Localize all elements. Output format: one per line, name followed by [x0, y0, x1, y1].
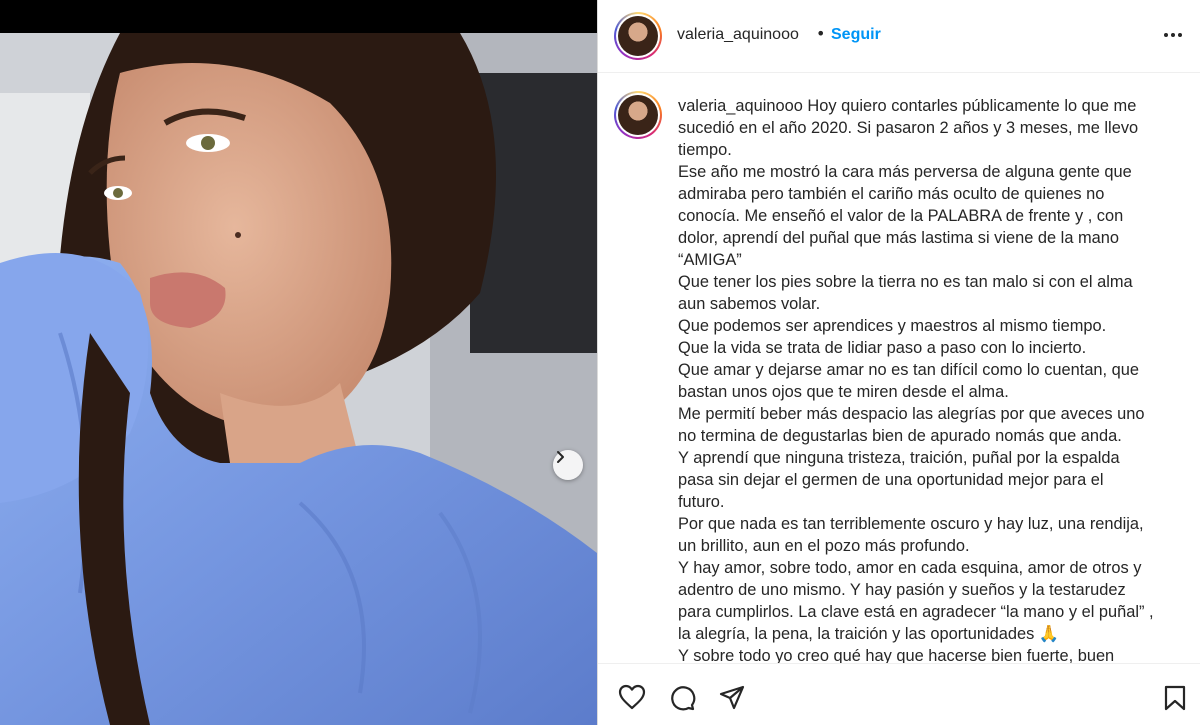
- caption-line: “AMIGA”: [678, 251, 742, 269]
- caption-line: sucedió en el año 2020. Si pasaron 2 año…: [678, 119, 1139, 137]
- caption-line: Que amar y dejarse amar no es tan difíci…: [678, 361, 1140, 379]
- more-options-icon[interactable]: [1164, 33, 1182, 37]
- caption-line: no termina de degustarlas bien de apurad…: [678, 427, 1122, 445]
- caption-area: valeria_aquinooo Hoy quiero contarles pú…: [598, 73, 1200, 663]
- caption-line: Y hay amor, sobre todo, amor en cada esq…: [678, 559, 1142, 577]
- avatar[interactable]: [614, 12, 662, 60]
- selfie-illustration: [0, 33, 597, 725]
- caption-line: aun sabemos volar.: [678, 295, 821, 313]
- next-slide-button[interactable]: [553, 450, 583, 480]
- media-top-bar: [0, 0, 597, 33]
- caption-line: conocía. Me enseñó el valor de la PALABR…: [678, 207, 1124, 225]
- caption-line: valeria_aquinooo Hoy quiero contarles pú…: [678, 97, 1137, 115]
- caption-line: pasa sin dejar el germen de una oportuni…: [678, 471, 1104, 489]
- chevron-right-icon: [557, 451, 564, 463]
- header-username[interactable]: valeria_aquinooo: [677, 26, 799, 44]
- action-bar: [598, 663, 1200, 726]
- caption-line: futuro.: [678, 493, 725, 511]
- follow-button[interactable]: Seguir: [831, 26, 881, 44]
- share-icon[interactable]: [718, 684, 746, 712]
- caption-line: Que tener los pies sobre la tierra no es…: [678, 273, 1133, 291]
- caption-line: un brillito, aun en el pozo más profundo…: [678, 537, 970, 555]
- caption-line: Que podemos ser aprendices y maestros al…: [678, 317, 1107, 335]
- separator-dot: •: [816, 24, 826, 43]
- caption-line: Y aprendí que ninguna tristeza, traición…: [678, 449, 1120, 467]
- caption-line: Y sobre todo yo creo qué hay que hacerse…: [678, 647, 1115, 663]
- caption-line: la alegría, la pena, la traición y las o…: [678, 625, 1060, 643]
- post-media: [0, 0, 597, 725]
- bookmark-icon[interactable]: [1163, 684, 1187, 712]
- caption-line: Ese año me mostró la cara más perversa d…: [678, 163, 1132, 181]
- caption-line: admiraba pero también el cariño más ocul…: [678, 185, 1105, 203]
- caption-line: bastan unos ojos que te miren desde el a…: [678, 383, 1009, 401]
- post-photo[interactable]: [0, 33, 597, 725]
- caption-avatar[interactable]: [614, 91, 662, 139]
- caption-text: valeria_aquinooo Hoy quiero contarles pú…: [678, 95, 1168, 663]
- heart-icon[interactable]: [618, 684, 646, 710]
- caption-line: Me permití beber más despacio las alegrí…: [678, 405, 1145, 423]
- post-header: valeria_aquinooo • Seguir: [598, 0, 1200, 73]
- comment-icon[interactable]: [668, 684, 696, 712]
- post-side-panel: valeria_aquinooo • Seguir valeria_aquino…: [597, 0, 1200, 725]
- caption-line: adentro de uno mismo. Y hay pasión y sue…: [678, 581, 1126, 599]
- caption-line: dolor, aprendí del puñal que más lastima…: [678, 229, 1119, 247]
- caption-line: para cumplirlos. La clave está en agrade…: [678, 603, 1154, 621]
- caption-line: Por que nada es tan terriblemente oscuro…: [678, 515, 1144, 533]
- caption-line: Que la vida se trata de lidiar paso a pa…: [678, 339, 1087, 357]
- caption-username[interactable]: valeria_aquinooo: [678, 97, 803, 115]
- caption-line: tiempo.: [678, 141, 732, 159]
